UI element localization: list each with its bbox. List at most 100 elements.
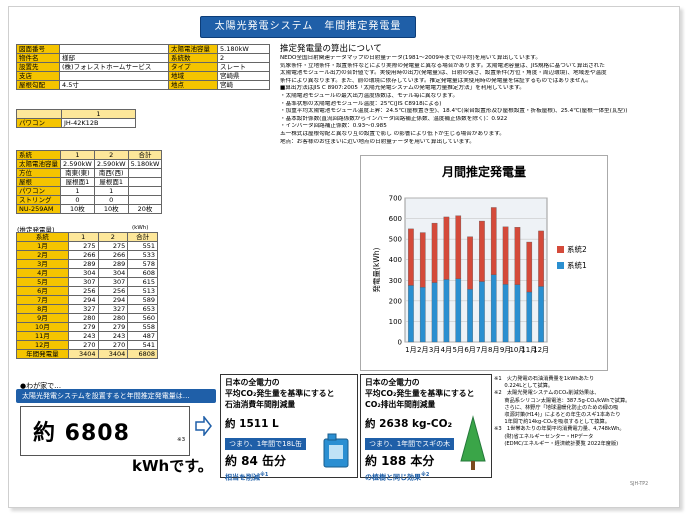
system-cell: 系統 (16, 150, 61, 160)
bar-series2 (455, 215, 462, 279)
info-value: (株)フォレストホームサービス (59, 62, 169, 72)
bar-series2 (431, 222, 438, 283)
bar-series1 (538, 286, 544, 343)
legend-swatch (557, 262, 564, 269)
info-value: スレート (217, 62, 270, 72)
footnote-line: (財)省エネルギーセンター・HPデータ (494, 433, 594, 440)
monthly-cell: 280 (97, 313, 129, 323)
calc-line: ■算出方法はJIS C 8907:2005「太陽光発電システムの発電電力量推定方… (280, 85, 525, 92)
system-cell (127, 195, 163, 205)
monthly-cell: 256 (97, 286, 129, 296)
result-value-box: 約 6808 ※3 (20, 406, 190, 456)
bar-series2 (526, 241, 533, 293)
x-tick-label: 7月 (476, 346, 487, 354)
co2-head-2: 平均CO₂発生量を基準にすると (365, 389, 475, 398)
info-label: 系統数 (168, 53, 218, 63)
monthly-cell: 541 (127, 340, 158, 350)
monthly-cell: 2月 (16, 250, 69, 260)
monthly-cell: 9月 (16, 313, 69, 323)
info-label: 地点 (168, 80, 218, 90)
bar-series2 (502, 226, 509, 285)
calc-line: ・インバータ回路補正係数：0.93〜0.985 (280, 123, 387, 130)
bar-series1 (479, 281, 485, 343)
monthly-cell: 270 (97, 340, 129, 350)
system-cell: 南西(西) (93, 168, 129, 178)
bar-series1 (514, 284, 521, 343)
co2-head-1: 日本の全電力の (365, 378, 420, 387)
system-cell (127, 168, 163, 178)
bar-series2 (479, 220, 485, 282)
annual-total-unit: kWhです。 (132, 457, 213, 475)
footer-code: SJH-TP2 (630, 482, 649, 487)
monthly-cell: 551 (127, 241, 158, 251)
x-tick-label: 2月 (417, 346, 428, 354)
monthly-total-cell: 年間発電量 (16, 349, 69, 359)
bar-series1 (455, 278, 462, 343)
x-tick-label: 12月 (533, 346, 549, 354)
bar-series1 (408, 285, 414, 343)
x-tick-label: 8月 (488, 346, 499, 354)
pc-empty-cell (16, 109, 62, 119)
monthly-cell: 3月 (16, 259, 69, 269)
info-label: タイプ (168, 62, 218, 72)
system-cell: 屋根 (16, 177, 61, 187)
y-tick-label: 600 (389, 215, 402, 223)
monthly-cell: 327 (97, 304, 129, 314)
system-row: 太陽電池容量 2.590kW 2.590kW 5.180kW (16, 159, 163, 169)
system-cell (127, 177, 163, 187)
calc-line: ・基準状態の太陽電池モジュール温度：25℃(JIS C8918による) (280, 100, 442, 107)
monthly-cell: 280 (67, 313, 99, 323)
monthly-row: 11月 243 243 487 (16, 331, 158, 341)
bar-series1 (490, 274, 497, 343)
info-value: 様邸 (59, 53, 169, 63)
bar-series1 (419, 287, 426, 343)
bar-series2 (490, 207, 497, 275)
system-cell: 5.180kW (127, 159, 163, 169)
info-value (59, 71, 169, 81)
monthly-row: 7月 294 294 589 (16, 295, 158, 305)
monthly-header-cell: 系統 (16, 232, 69, 242)
oil-amount: 約 1511 L (225, 418, 279, 430)
calc-line: 条件により異なります。また、前の環境に依存しています。推定発電量は実使用時の発電… (280, 77, 592, 84)
monthly-header-cell: 2 (97, 232, 129, 242)
info-value: 宮崎 (217, 80, 270, 90)
monthly-cell: 279 (67, 322, 99, 332)
system-row: ストリング 0 0 (16, 195, 163, 205)
calc-line: 気象条件・立地条件・設置条件などにより実際の発電量と異なる場合があります。太陽電… (280, 62, 605, 69)
oil-reduction-box: 日本の全電力の 平均CO₂発生量を基準にすると 石油消費年間削減量 約 1511… (220, 374, 358, 481)
monthly-cell: 275 (97, 241, 129, 251)
system-cell: 10枚 (93, 204, 129, 214)
info-label: 屋根勾配 (16, 80, 60, 90)
x-tick-label: 4月 (441, 346, 452, 354)
monthly-cell: 578 (127, 259, 158, 269)
monthly-row: 10月 279 279 558 (16, 322, 158, 332)
oil-can-icon (323, 433, 349, 468)
monthly-cell: 653 (127, 304, 158, 314)
monthly-row: 2月 266 266 533 (16, 250, 158, 260)
system-cell: NU-259AM (16, 204, 61, 214)
monthly-row: 4月 304 304 608 (16, 268, 158, 278)
monthly-total-row: 年間発電量 3404 3404 6808 (16, 349, 158, 359)
footnote-line: ※2 太陽光発電システムのCO₂削減効果は、 (494, 390, 600, 397)
x-tick-label: 5月 (453, 346, 464, 354)
co2-note-marker: ※2 (421, 472, 430, 478)
monthly-cell: 289 (67, 259, 99, 269)
system-cell: 1 (60, 150, 95, 160)
monthly-cell: 327 (67, 304, 99, 314)
monthly-cell: 615 (127, 277, 158, 287)
info-row: 図面番号 太陽電池容量 5.180kW (16, 44, 270, 54)
info-value (59, 44, 169, 54)
pc-head-cell: 1 (61, 109, 136, 119)
system-cell: 1 (93, 186, 129, 196)
info-value: 2 (217, 53, 270, 63)
co2-sub: つまり、1年間でスギの木 (365, 438, 455, 450)
system-cell: パワコン (16, 186, 61, 196)
info-row: 物件名 様邸 系統数 2 (16, 53, 270, 63)
y-tick-label: 500 (389, 236, 402, 244)
system-cell: 0 (93, 195, 129, 205)
monthly-cell: 558 (127, 322, 158, 332)
info-label: 物件名 (16, 53, 60, 63)
oil-head-1: 日本の全電力の (225, 378, 280, 387)
footnote-line: (EDMC/エネルギー・経済統計要覧 2022年度版) (494, 440, 619, 447)
x-tick-label: 6月 (464, 346, 475, 354)
